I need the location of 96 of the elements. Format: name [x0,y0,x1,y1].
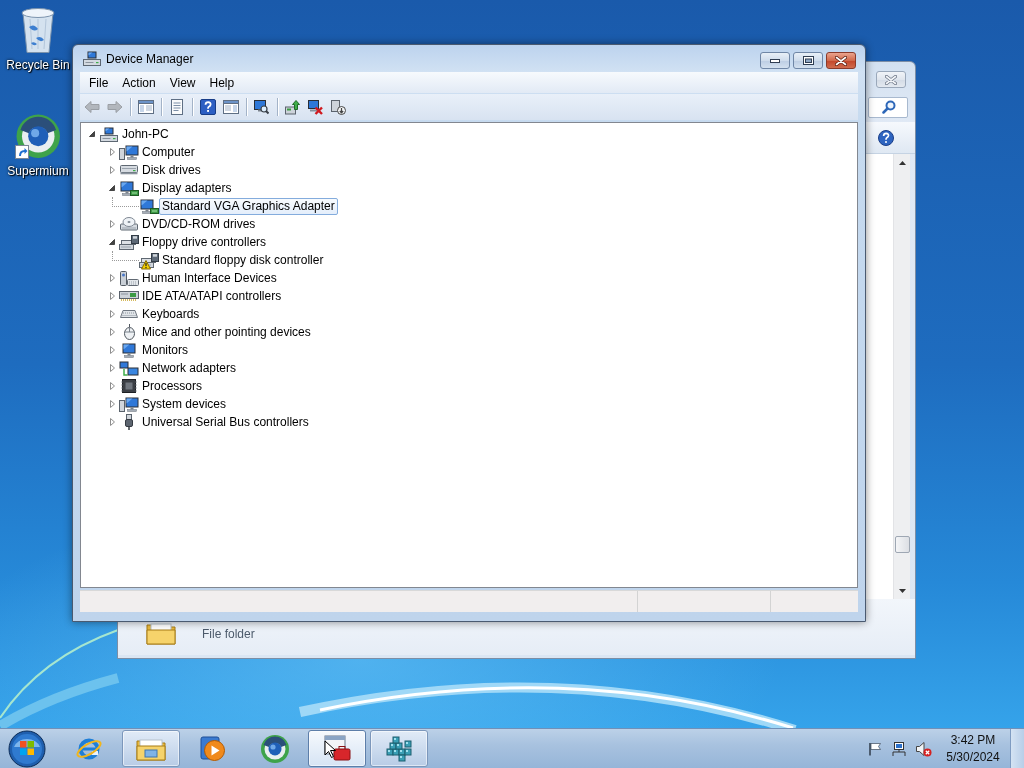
tree-item[interactable]: Processors [139,377,206,395]
monitor-cross-icon[interactable] [308,99,323,115]
caret-right-icon[interactable] [109,310,115,318]
caret-right-icon[interactable] [109,346,115,354]
menu-item[interactable]: Help [202,73,242,92]
cubes-icon [384,734,414,763]
search-icon [882,100,896,114]
tree-item[interactable]: Network adapters [139,359,240,377]
folder-icon [146,623,176,645]
caret-up-icon[interactable] [898,160,906,165]
scrollbar-thumb[interactable] [894,536,910,553]
minimize-button[interactable] [760,52,790,69]
folder-icon [136,736,166,761]
caret-right-icon[interactable] [109,220,115,228]
window-pane-icon[interactable] [137,100,154,114]
play-button-icon[interactable] [200,735,226,762]
search-field[interactable] [868,96,908,118]
window-toolbox-icon [322,734,352,763]
help-icon[interactable] [199,99,216,115]
maximize-icon [802,56,814,65]
caret-right-icon[interactable] [109,364,115,372]
maximize-button[interactable] [793,52,823,69]
caret-right-icon[interactable] [109,382,115,390]
caret-right-icon[interactable] [109,148,115,156]
caret-right-icon[interactable] [109,292,115,300]
tree-item[interactable]: Monitors [139,341,191,359]
close-icon [885,74,897,85]
window-sidebar-icon[interactable] [222,100,239,114]
speaker-muted-icon[interactable] [914,740,932,757]
computer-icon [99,126,119,142]
tree-item[interactable]: Mice and other pointing devices [139,323,314,341]
card-arrow-up-icon[interactable] [285,99,300,115]
tree-item[interactable]: IDE ATA/ATAPI controllers [139,287,285,305]
sphere-logo-icon[interactable] [260,733,290,764]
menu-item[interactable]: File [82,73,116,92]
computer-icon [82,51,102,66]
tree-connector-line [112,251,139,261]
tree-item[interactable]: Floppy drive controllers [139,233,270,251]
item-type-text: File folder [202,627,255,641]
caret-down-icon[interactable] [898,588,906,593]
network-computers-icon [119,360,139,376]
chip-icon [121,379,137,393]
desktop-icon-label[interactable]: Recycle Bin [6,58,70,72]
monitor-magnifier-icon[interactable] [254,99,269,115]
menu-item[interactable]: View [162,73,203,92]
desktop-computer-icon [119,144,139,160]
keyboard-icon [120,310,138,318]
caret-down-icon[interactable] [89,131,95,137]
caret-right-icon[interactable] [109,328,115,336]
tree-item[interactable]: John-PC [119,125,172,143]
tree-connector-line [112,197,139,207]
controller-card-icon [119,291,139,301]
floppy-drive-icon [119,234,139,250]
desktop-icon-label[interactable]: Supermium [7,164,69,178]
scrollbar-track[interactable] [893,154,910,599]
tree-item[interactable]: DVD/CD-ROM drives [139,215,259,233]
network-icon[interactable] [891,740,907,757]
tree-item[interactable]: Human Interface Devices [139,269,280,287]
tree-item[interactable]: Keyboards [139,305,203,323]
caret-down-icon[interactable] [109,239,115,245]
taskbar-button[interactable] [308,730,366,767]
tree-item[interactable]: System devices [139,395,230,413]
caret-right-icon[interactable] [109,418,115,426]
caret-down-icon[interactable] [109,185,115,191]
tree-item[interactable]: Standard floppy disk controller [159,251,327,269]
tree-item[interactable]: Display adapters [139,179,235,197]
clock-button[interactable]: 3:42 PM 5/30/2024 [940,729,1006,768]
window-title: Device Manager [106,51,194,66]
taskbar-button[interactable] [370,730,428,767]
tree-item[interactable]: Universal Serial Bus controllers [139,413,312,431]
sphere-logo-icon[interactable] [14,112,62,160]
start-orb-icon[interactable] [8,729,46,768]
usb-plug-icon [125,414,133,430]
tree-item[interactable]: Computer [139,143,198,161]
menu-item[interactable]: Action [115,73,163,92]
input-device-icon [119,270,139,286]
caret-right-icon[interactable] [109,400,115,408]
caret-right-icon[interactable] [109,166,115,174]
minimize-icon [770,58,780,63]
close-icon [835,55,847,66]
close-button[interactable] [826,52,856,69]
device-arrow-down-icon[interactable] [331,99,346,115]
recycle-bin-icon[interactable] [20,7,56,53]
flag-icon[interactable] [868,741,882,756]
monitor-icon [122,342,136,358]
desktop-computer-icon [119,396,139,412]
disk-drive-icon [120,165,138,175]
help-icon[interactable] [878,129,894,146]
tree-item[interactable]: Standard VGA Graphics Adapter [159,197,338,215]
tree-item[interactable]: Disk drives [139,161,204,179]
monitor-card-icon [119,180,139,196]
mouse-icon [123,324,135,340]
optical-drive-icon [120,217,138,231]
caret-right-icon[interactable] [109,274,115,282]
document-lines-icon[interactable] [170,99,183,115]
taskbar-button[interactable] [122,730,180,767]
